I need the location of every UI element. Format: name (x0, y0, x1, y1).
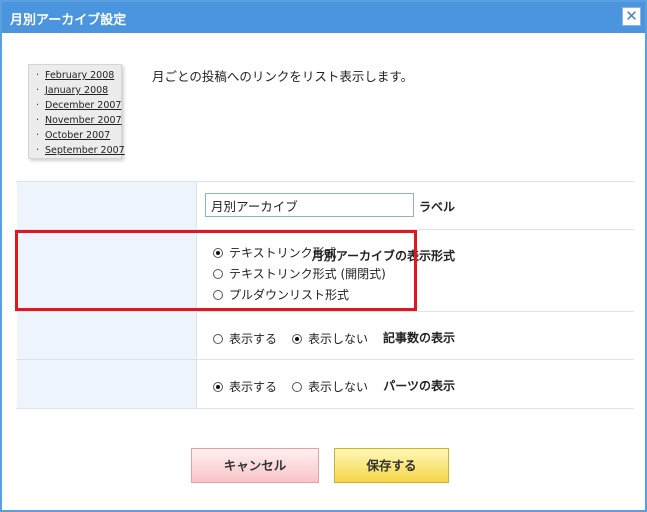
archive-preview-image: · February 2008 · January 2008 · December 2… (28, 64, 125, 159)
dialog-title: 月別アーカイブ設定 (10, 13, 127, 28)
close-icon[interactable]: ✕ (622, 7, 641, 26)
parts-field-label: パーツの表示 (383, 379, 455, 393)
parts-option-show[interactable]: 表示する (213, 378, 277, 395)
bullet-icon: · (36, 70, 40, 81)
count-option-label: 表示する (229, 332, 278, 346)
row-divider (16, 408, 634, 409)
parts-option-hide[interactable]: 表示しない (292, 378, 368, 395)
radio-unchecked-icon[interactable] (292, 382, 302, 392)
radio-unchecked-icon[interactable] (213, 334, 223, 344)
preview-item: · January 2008 (36, 83, 121, 98)
parts-option-label: 表示する (229, 380, 278, 394)
preview-item: · September 2007 (36, 143, 125, 158)
widget-description: 月ごとの投稿へのリンクをリスト表示します。 (152, 69, 414, 84)
dialog-titlebar: 月別アーカイブ設定 ✕ (2, 2, 645, 33)
row-divider (16, 359, 634, 360)
highlight-box (15, 230, 417, 311)
preview-item-label: September 2007 (45, 145, 125, 156)
preview-item-label: January 2008 (45, 85, 109, 96)
label-input[interactable] (205, 193, 414, 217)
preview-item-label: February 2008 (45, 70, 115, 81)
preview-item-label: November 2007 (45, 115, 122, 126)
count-option-label: 表示しない (308, 332, 369, 346)
label-cell-parts (17, 360, 196, 408)
bullet-icon: · (36, 130, 40, 141)
bullet-icon: · (36, 115, 40, 126)
preview-item: · October 2007 (36, 128, 121, 143)
label-cell-label (17, 182, 196, 229)
bullet-icon: · (36, 145, 40, 156)
count-option-hide[interactable]: 表示しない (292, 330, 368, 347)
row-divider (16, 181, 634, 182)
preview-item: · February 2008 (36, 68, 121, 83)
preview-item-label: December 2007 (45, 100, 122, 111)
cancel-button[interactable]: キャンセル (191, 448, 319, 483)
preview-item: · November 2007 (36, 113, 122, 128)
radio-checked-icon[interactable] (213, 382, 223, 392)
radio-checked-icon[interactable] (292, 334, 302, 344)
archive-settings-dialog: 月別アーカイブ設定 ✕ · February 2008 · January 2008… (0, 0, 647, 512)
bullet-icon: · (36, 100, 40, 111)
count-field-label: 記事数の表示 (382, 331, 455, 345)
label-cell-count (17, 312, 196, 359)
row-divider (16, 311, 634, 312)
preview-item-label: October 2007 (45, 130, 111, 141)
count-option-show[interactable]: 表示する (213, 330, 277, 347)
label-field-label: ラベル (418, 200, 455, 214)
parts-option-label: 表示しない (308, 380, 369, 394)
preview-item: · December 2007 (36, 98, 121, 113)
save-button[interactable]: 保存する (334, 448, 449, 483)
bullet-icon: · (36, 85, 40, 96)
